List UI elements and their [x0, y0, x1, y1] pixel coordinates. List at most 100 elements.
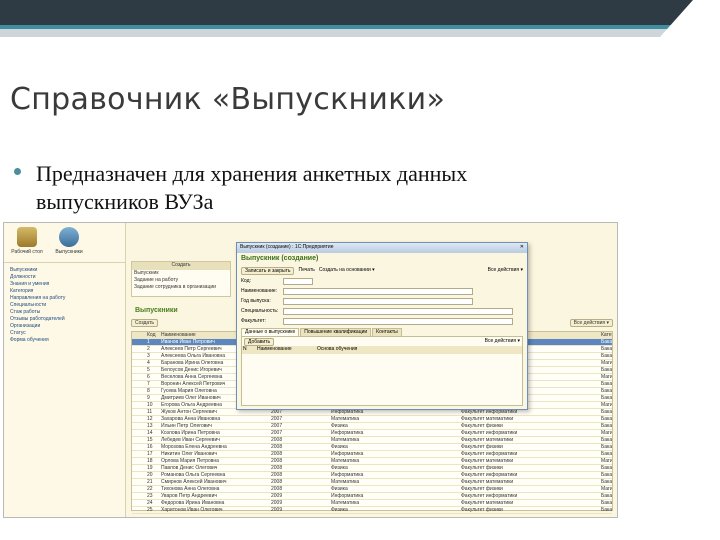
- table-cell: Бакалавр: [601, 451, 612, 457]
- form-label: Специальность:: [241, 307, 279, 314]
- table-cell: Физика: [331, 507, 348, 513]
- ribbon-graduates-button[interactable]: Выпускники: [52, 227, 86, 258]
- save-close-button[interactable]: Записать и закрыть: [241, 266, 295, 275]
- dialog-tab[interactable]: Контакты: [372, 328, 402, 336]
- users-icon: [59, 227, 79, 247]
- table-cell: Бакалавр: [601, 346, 612, 352]
- table-cell: Информатика: [331, 430, 364, 436]
- table-cell: Магистр: [601, 360, 612, 366]
- table-cell: Бакалавр: [601, 493, 612, 499]
- table-cell: 2: [147, 346, 150, 352]
- table-cell: Математика: [331, 416, 360, 422]
- table-row[interactable]: 17 Никитин Олег Иванович 2008 Информатика Фа…: [132, 451, 612, 458]
- dialog-tab[interactable]: Данные о выпускнике: [241, 328, 300, 336]
- table-cell: 9: [147, 395, 150, 401]
- create-box-item[interactable]: Задание сотрудника в организации: [132, 284, 230, 291]
- table-cell: [132, 500, 146, 506]
- nav-item[interactable]: Статус: [10, 330, 119, 337]
- table-row[interactable]: 14 Козлова Ирина Петровна 2007 Информатика Ф…: [132, 430, 612, 437]
- table-cell: 19: [147, 465, 153, 471]
- list-actions-button[interactable]: Все действия ▾: [569, 319, 613, 327]
- table-cell: 2008: [271, 465, 283, 471]
- table-cell: [132, 367, 146, 373]
- table-cell: [132, 395, 146, 401]
- tab-table-header: N Наименование Основа обучения: [242, 346, 522, 354]
- table-row[interactable]: 11 Жуков Антон Сергеевич 2007 Информатика Фа…: [132, 409, 612, 416]
- nav-item[interactable]: Направления на работу: [10, 295, 119, 302]
- dialog-fields: Код: Наименование: Год выпуска: Специальнос…: [237, 276, 527, 326]
- table-cell: Бакалавр: [601, 479, 612, 485]
- form-row: Код:: [237, 276, 527, 286]
- tab-actions-button[interactable]: Все действия ▾: [485, 338, 520, 345]
- table-row[interactable]: 16 Морозова Елена Андреевна 2008 Физика Факу…: [132, 444, 612, 451]
- table-cell: [132, 374, 146, 380]
- form-input[interactable]: [283, 287, 473, 295]
- tab-column-header: Основа обучения: [317, 346, 358, 352]
- create-button[interactable]: Создать: [131, 319, 159, 327]
- nav-item[interactable]: Категория: [10, 288, 119, 295]
- table-row[interactable]: 15 Лебедев Иван Сергеевич 2008 Математика Фа…: [132, 437, 612, 444]
- table-row[interactable]: 13 Ильин Петр Олегович 2007 Физика Факультет…: [132, 423, 612, 430]
- table-cell: [132, 493, 146, 499]
- table-cell: 25: [147, 507, 153, 513]
- app-left-panel: Рабочий стол Выпускники Выпускники Должно…: [4, 223, 126, 517]
- table-row[interactable]: 19 Павлов Денис Олегович 2008 Физика Факульт…: [132, 465, 612, 472]
- dialog-tab[interactable]: Повышение квалификации: [300, 328, 372, 336]
- tab-add-button[interactable]: Добавить: [244, 338, 275, 346]
- table-cell: 2007: [271, 416, 283, 422]
- table-cell: Факультет физики: [461, 444, 503, 450]
- table-cell: Бакалавр: [601, 444, 612, 450]
- table-cell: Романова Ольга Сергеевна: [161, 472, 226, 478]
- column-header[interactable]: Категория: [600, 332, 612, 338]
- create-box-item[interactable]: Выпускник: [132, 270, 230, 277]
- ribbon-desktop-button[interactable]: Рабочий стол: [10, 227, 44, 258]
- table-cell: 14: [147, 430, 153, 436]
- table-cell: [132, 479, 146, 485]
- table-cell: Бакалавр: [601, 339, 612, 345]
- close-icon[interactable]: ✕: [520, 244, 524, 252]
- nav-item[interactable]: Специальности: [10, 302, 119, 309]
- table-row[interactable]: 23 Уваров Петр Андреевич 2009 Информатика Фа…: [132, 493, 612, 500]
- nav-item[interactable]: Форма обучения: [10, 337, 119, 344]
- dialog-actions-button[interactable]: Все действия ▾: [488, 267, 523, 274]
- table-cell: Физика: [331, 423, 348, 429]
- table-cell: Факультет информатики: [461, 493, 518, 499]
- nav-item[interactable]: Должности: [10, 274, 119, 281]
- form-input[interactable]: [283, 277, 313, 285]
- column-header[interactable]: [132, 332, 146, 338]
- nav-item[interactable]: Выпускники: [10, 267, 119, 274]
- table-row[interactable]: 12 Захарова Анна Ивановна 2007 Математика Фа…: [132, 416, 612, 423]
- table-cell: [132, 507, 146, 513]
- column-header[interactable]: Код: [146, 332, 160, 338]
- table-cell: Факультет физики: [461, 486, 503, 492]
- table-cell: 2008: [271, 472, 283, 478]
- table-cell: 3: [147, 353, 150, 359]
- nav-item[interactable]: Отзывы работодателей: [10, 316, 119, 323]
- bullet-dot-icon: [14, 168, 21, 175]
- table-cell: Бакалавр: [601, 395, 612, 401]
- form-input[interactable]: [283, 297, 473, 305]
- table-cell: Бакалавр: [601, 507, 612, 513]
- print-button[interactable]: Печать: [298, 267, 314, 274]
- tab-column-header: Наименование: [257, 346, 292, 352]
- table-cell: 4: [147, 360, 150, 366]
- app-ribbon: Рабочий стол Выпускники: [4, 223, 125, 263]
- table-cell: Бакалавр: [601, 353, 612, 359]
- table-row[interactable]: 20 Романова Ольга Сергеевна 2008 Информатик…: [132, 472, 612, 479]
- table-row[interactable]: 24 Федорова Ирина Ивановна 2009 Математика Ф…: [132, 500, 612, 507]
- nav-item[interactable]: Знания и умения: [10, 281, 119, 288]
- nav-item[interactable]: Организации: [10, 323, 119, 330]
- table-row[interactable]: 22 Тихонова Анна Олеговна 2008 Физика Факуль…: [132, 486, 612, 493]
- table-row[interactable]: 21 Смирнов Алексей Иванович 2008 Математика…: [132, 479, 612, 486]
- table-row[interactable]: 25 Харитонов Иван Олегович 2009 Физика Факул…: [132, 507, 612, 514]
- table-cell: Магистр: [601, 458, 612, 464]
- form-input[interactable]: [283, 307, 513, 315]
- nav-item[interactable]: Стаж работы: [10, 309, 119, 316]
- table-cell: Морозова Елена Андреевна: [161, 444, 227, 450]
- form-input[interactable]: [283, 317, 513, 325]
- table-row[interactable]: 18 Орлова Мария Петровна 2008 Математика Фак…: [132, 458, 612, 465]
- create-box-item[interactable]: Задание на работу: [132, 277, 230, 284]
- create-basis-button[interactable]: Создать на основании ▾: [319, 267, 375, 274]
- slide-title: Справочник «Выпускники»: [10, 82, 446, 117]
- table-cell: [132, 465, 146, 471]
